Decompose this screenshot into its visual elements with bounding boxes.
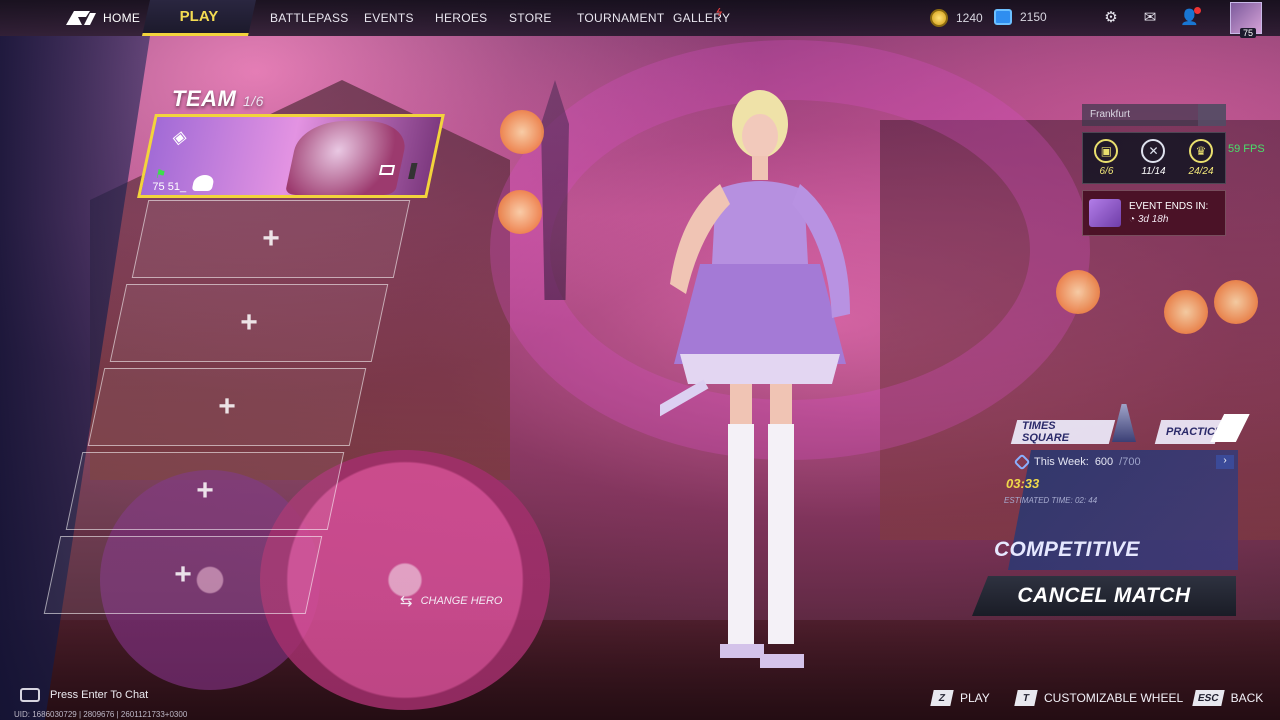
plus-icon: + <box>174 558 192 591</box>
lantern <box>1056 270 1100 314</box>
gem-balance[interactable]: 2150 <box>994 9 1047 25</box>
team-title: TEAM 1/6 <box>172 86 264 112</box>
stat-daily: ▣ 6/6 <box>1094 139 1119 177</box>
event-timer-value: 3d 18h <box>1137 214 1169 225</box>
hero-character-figure <box>651 90 850 668</box>
cancel-match-button[interactable]: CANCEL MATCH <box>972 576 1236 616</box>
nav-tournament[interactable]: TOURNAMENT <box>577 11 664 25</box>
nav-battlepass[interactable]: BATTLEPASS <box>270 11 349 25</box>
map-label: TIMES SQUARE <box>1022 420 1070 444</box>
tower-icon <box>1112 404 1136 442</box>
hint-play-label: PLAY <box>960 691 990 705</box>
hint-back[interactable]: ESC BACK <box>1192 690 1264 706</box>
gem-amount: 2150 <box>1020 10 1047 24</box>
coin-amount: 1240 <box>956 11 983 25</box>
crossed-swords-icon: ✕ <box>1141 139 1166 163</box>
team-count: 1/6 <box>242 93 264 109</box>
team-member-card[interactable]: ◈ ⚑ 75 51_ <box>137 114 445 198</box>
notification-dot <box>1194 7 1201 14</box>
change-hero-button[interactable]: ⇆ CHANGE HERO <box>400 592 502 610</box>
hero-class-icon: ◈ <box>170 127 190 147</box>
trophy-icon: ♛ <box>1189 139 1214 163</box>
event-label: EVENT ENDS IN: <box>1129 201 1209 212</box>
stat-battles-value: 11/14 <box>1141 166 1166 177</box>
team-slot-empty[interactable]: + <box>109 284 389 362</box>
chevron-right-icon[interactable]: › <box>1216 455 1234 469</box>
plus-icon: + <box>196 474 214 507</box>
member-level: 75 <box>152 181 165 193</box>
queue-timer: 03:33 <box>1006 476 1040 491</box>
lantern <box>1214 280 1258 324</box>
key-t: T <box>1014 690 1038 706</box>
hint-play[interactable]: Z PLAY <box>930 690 990 706</box>
coin-icon <box>930 9 948 27</box>
hero-character[interactable] <box>651 64 860 694</box>
plus-icon: + <box>218 390 236 423</box>
flag-icon: ⚑ <box>153 167 168 181</box>
plus-icon: + <box>262 222 280 255</box>
event-timer: ◔ 3d 18h <box>1129 214 1169 225</box>
hint-back-label: BACK <box>1230 691 1264 705</box>
event-banner[interactable]: EVENT ENDS IN: ◔ 3d 18h <box>1082 190 1226 236</box>
chat-bubble-icon <box>20 688 40 702</box>
game-logo-icon[interactable] <box>64 9 98 27</box>
settings-gear-icon[interactable]: ⚙ <box>1102 9 1120 27</box>
stat-trophy: ♛ 24/24 <box>1189 139 1214 177</box>
team-slot-empty[interactable]: + <box>65 452 345 530</box>
signal-icon <box>408 163 418 179</box>
weekly-current: 600 <box>1094 456 1114 468</box>
weekly-progress: This Week: 600 /700 <box>1013 453 1141 471</box>
nav-heroes[interactable]: HEROES <box>435 11 487 25</box>
team-label: TEAM <box>172 86 237 111</box>
chat-prompt[interactable]: Press Enter To Chat <box>20 688 148 702</box>
weekly-label: This Week: <box>1034 456 1089 468</box>
nav-store[interactable]: STORE <box>509 11 552 25</box>
chat-label: Press Enter To Chat <box>50 689 149 701</box>
coin-balance[interactable]: 1240 <box>930 9 983 27</box>
avatar-level: 75 <box>1240 28 1257 38</box>
nav-play-tab[interactable]: PLAY <box>142 0 256 36</box>
stat-battles: ✕ 11/14 <box>1141 139 1166 177</box>
mail-icon[interactable]: ✉ <box>1141 9 1159 27</box>
member-info: 75 51_ <box>152 181 186 193</box>
stat-daily-value: 6/6 <box>1099 166 1114 177</box>
estimated-time: ESTIMATED TIME: 02: 44 <box>1004 496 1098 505</box>
plus-icon: + <box>240 306 258 339</box>
challenge-stats[interactable]: ▣ 6/6 ✕ 11/14 ♛ 24/24 <box>1082 132 1226 184</box>
weekly-max: /700 <box>1119 456 1141 468</box>
hint-wheel[interactable]: T CUSTOMIZABLE WHEEL <box>1014 690 1184 706</box>
map-select-tab[interactable]: TIMES SQUARE <box>1010 420 1116 444</box>
key-esc: ESC <box>1192 690 1225 706</box>
team-slot-empty[interactable]: + <box>43 536 323 614</box>
server-toggle[interactable] <box>1198 104 1226 126</box>
lantern <box>500 110 544 154</box>
nav-home[interactable]: HOME <box>103 11 140 25</box>
key-z: Z <box>930 690 954 706</box>
daily-icon: ▣ <box>1094 139 1119 163</box>
lantern <box>1164 290 1208 334</box>
rank-badge-icon <box>191 175 215 191</box>
nav-events[interactable]: EVENTS <box>364 11 414 25</box>
pc-platform-icon <box>378 165 396 175</box>
change-hero-label: CHANGE HERO <box>420 595 503 607</box>
uid-text: UID: 1686030729 | 2809676 | 2601121733+0… <box>14 710 188 719</box>
team-slot-empty[interactable]: + <box>131 200 411 278</box>
swap-icon: ⇆ <box>400 593 413 610</box>
gift-box-icon <box>1089 199 1121 227</box>
gem-icon <box>994 9 1012 25</box>
fps-counter: 59 FPS <box>1228 143 1265 155</box>
team-slot-empty[interactable]: + <box>87 368 367 446</box>
stat-trophy-value: 24/24 <box>1188 166 1214 177</box>
lantern <box>498 190 542 234</box>
hint-wheel-label: CUSTOMIZABLE WHEEL <box>1044 691 1184 705</box>
weekly-icon <box>1013 453 1031 471</box>
member-name: 51_ <box>167 181 187 193</box>
competitive-mode-label[interactable]: COMPETITIVE <box>994 538 1140 562</box>
hero-portrait <box>284 121 411 195</box>
